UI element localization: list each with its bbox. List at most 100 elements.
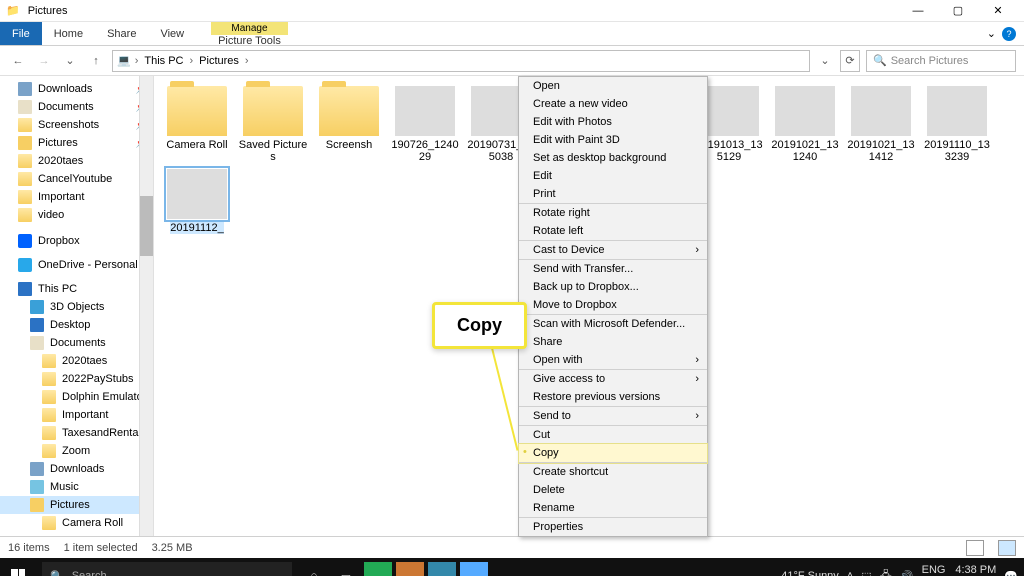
cortana-icon[interactable]: ○ [300,562,328,576]
sidebar-item[interactable]: Music [0,478,153,496]
sidebar-item[interactable]: Dolphin Emulator [0,388,153,406]
maximize-button[interactable]: ▢ [938,4,978,17]
tab-view[interactable]: View [148,22,196,45]
taskbar-app[interactable] [428,562,456,576]
crumb-pictures[interactable]: Pictures [197,55,241,67]
taskbar-app[interactable] [396,562,424,576]
system-tray[interactable]: 41°F Sunny ˄ ⬚ 🖧 🔊 ENGUS 4:38 PM2/9/2022… [775,564,1024,576]
menu-item-give-access-to[interactable]: Give access to [519,370,707,388]
nav-pane[interactable]: Downloads📌Documents📌Screenshots📌Pictures… [0,76,154,536]
menu-item-create-a-new-video[interactable]: Create a new video [519,95,707,113]
weather-widget[interactable]: 41°F Sunny [781,570,839,576]
ribbon-expand-icon[interactable]: ⌄ [987,27,996,40]
photo-item[interactable]: 20191021_131240 [770,86,840,163]
sidebar-item-thispc[interactable]: This PC [0,280,153,298]
sidebar-item[interactable]: Camera Roll [0,514,153,532]
tab-share[interactable]: Share [95,22,148,45]
menu-item-restore-previous-versions[interactable]: Restore previous versions [519,388,707,407]
sidebar-item[interactable]: Documents📌 [0,98,153,116]
minimize-button[interactable]: — [898,5,938,17]
sidebar-item[interactable]: video [0,206,153,224]
chevron-right-icon[interactable]: › [245,55,249,67]
search-input[interactable]: 🔍 Search Pictures [866,50,1016,72]
photo-item[interactable]: 20191110_133239 [922,86,992,163]
menu-item-print[interactable]: Print [519,185,707,204]
menu-item-share[interactable]: Share [519,333,707,351]
taskbar-app[interactable] [364,562,392,576]
chevron-right-icon[interactable]: › [135,55,139,67]
menu-item-edit[interactable]: Edit [519,167,707,185]
network-icon[interactable]: 🖧 [880,567,892,576]
clock[interactable]: 4:38 PM2/9/2022 [953,564,996,576]
sidebar-item[interactable]: Pictures📌 [0,134,153,152]
photo-item[interactable]: 20191021_131412 [846,86,916,163]
folder-item[interactable]: Saved Pictures [238,86,308,163]
sidebar-item[interactable]: 2020taes [0,152,153,170]
tab-home[interactable]: Home [42,22,95,45]
menu-item-delete[interactable]: Delete [519,481,707,499]
menu-item-rename[interactable]: Rename [519,499,707,518]
sidebar-item[interactable]: CancelYoutube [0,170,153,188]
menu-item-edit-with-paint-3d[interactable]: Edit with Paint 3D [519,131,707,149]
close-button[interactable]: ✕ [978,4,1018,17]
menu-item-open[interactable]: Open [519,77,707,95]
file-list[interactable]: Camera RollSaved PicturesScreensh190726_… [154,76,1024,536]
menu-item-edit-with-photos[interactable]: Edit with Photos [519,113,707,131]
volume-icon[interactable]: 🔊 [900,570,914,576]
tray-chevron-icon[interactable]: ˄ [847,570,853,576]
photo-item[interactable]: 190726_124029 [390,86,460,163]
help-icon[interactable]: ? [1002,27,1016,41]
sidebar-item-onedrive[interactable]: OneDrive - Personal [0,256,153,274]
sidebar-item[interactable]: Documents [0,334,153,352]
menu-item-back-up-to-dropbox-[interactable]: Back up to Dropbox... [519,278,707,296]
crumb-thispc[interactable]: This PC [142,55,185,67]
sidebar-scrollbar[interactable] [139,76,153,536]
thumbnails-view-button[interactable] [998,540,1016,556]
nav-up-button[interactable]: ↑ [86,55,106,67]
menu-item-properties[interactable]: Properties [519,518,707,536]
photo-item[interactable]: 20191112_ [162,169,232,234]
folder-item[interactable]: Camera Roll [162,86,232,163]
details-view-button[interactable] [966,540,984,556]
menu-item-rotate-left[interactable]: Rotate left [519,222,707,241]
menu-item-open-with[interactable]: Open with [519,351,707,370]
taskbar-search[interactable]: 🔍 Search [42,562,292,576]
folder-item[interactable]: Screensh [314,86,384,163]
task-view-icon[interactable]: ▭ [332,562,360,576]
start-button[interactable] [0,569,36,576]
sidebar-item[interactable]: Zoom [0,442,153,460]
refresh-button[interactable]: ⟳ [840,50,860,72]
tab-file[interactable]: File [0,22,42,45]
sidebar-item[interactable]: TaxesandRental [0,424,153,442]
sidebar-item[interactable]: Downloads [0,460,153,478]
menu-item-cast-to-device[interactable]: Cast to Device [519,241,707,260]
notifications-icon[interactable]: 💬 [1004,570,1018,576]
nav-forward-button[interactable]: → [34,55,54,67]
menu-item-copy[interactable]: Copy [519,444,707,463]
chevron-right-icon[interactable]: › [190,55,194,67]
address-dropdown-icon[interactable]: ⌄ [816,54,834,67]
breadcrumb[interactable]: 💻 › This PC › Pictures › [112,50,810,72]
sidebar-item[interactable]: Pictures [0,496,153,514]
sidebar-item[interactable]: 3D Objects [0,298,153,316]
menu-item-set-as-desktop-background[interactable]: Set as desktop background [519,149,707,167]
nav-recent-button[interactable]: ⌄ [60,54,80,67]
menu-item-send-to[interactable]: Send to [519,407,707,426]
sidebar-item[interactable]: Screenshots📌 [0,116,153,134]
sidebar-item[interactable]: Desktop [0,316,153,334]
menu-item-create-shortcut[interactable]: Create shortcut [519,463,707,481]
sidebar-item[interactable]: Important [0,188,153,206]
sidebar-item[interactable]: Important [0,406,153,424]
sidebar-item-dropbox[interactable]: Dropbox [0,232,153,250]
menu-item-rotate-right[interactable]: Rotate right [519,204,707,222]
menu-item-send-with-transfer-[interactable]: Send with Transfer... [519,260,707,278]
menu-item-move-to-dropbox[interactable]: Move to Dropbox [519,296,707,315]
sidebar-item[interactable]: 2020taes [0,352,153,370]
nav-back-button[interactable]: ← [8,55,28,67]
sidebar-item[interactable]: 2022PayStubs [0,370,153,388]
sidebar-item[interactable]: Downloads📌 [0,80,153,98]
tray-icon[interactable]: ⬚ [861,570,871,576]
menu-item-cut[interactable]: Cut [519,426,707,444]
menu-item-scan-with-microsoft-defender-[interactable]: Scan with Microsoft Defender... [519,315,707,333]
taskbar-app[interactable] [460,562,488,576]
